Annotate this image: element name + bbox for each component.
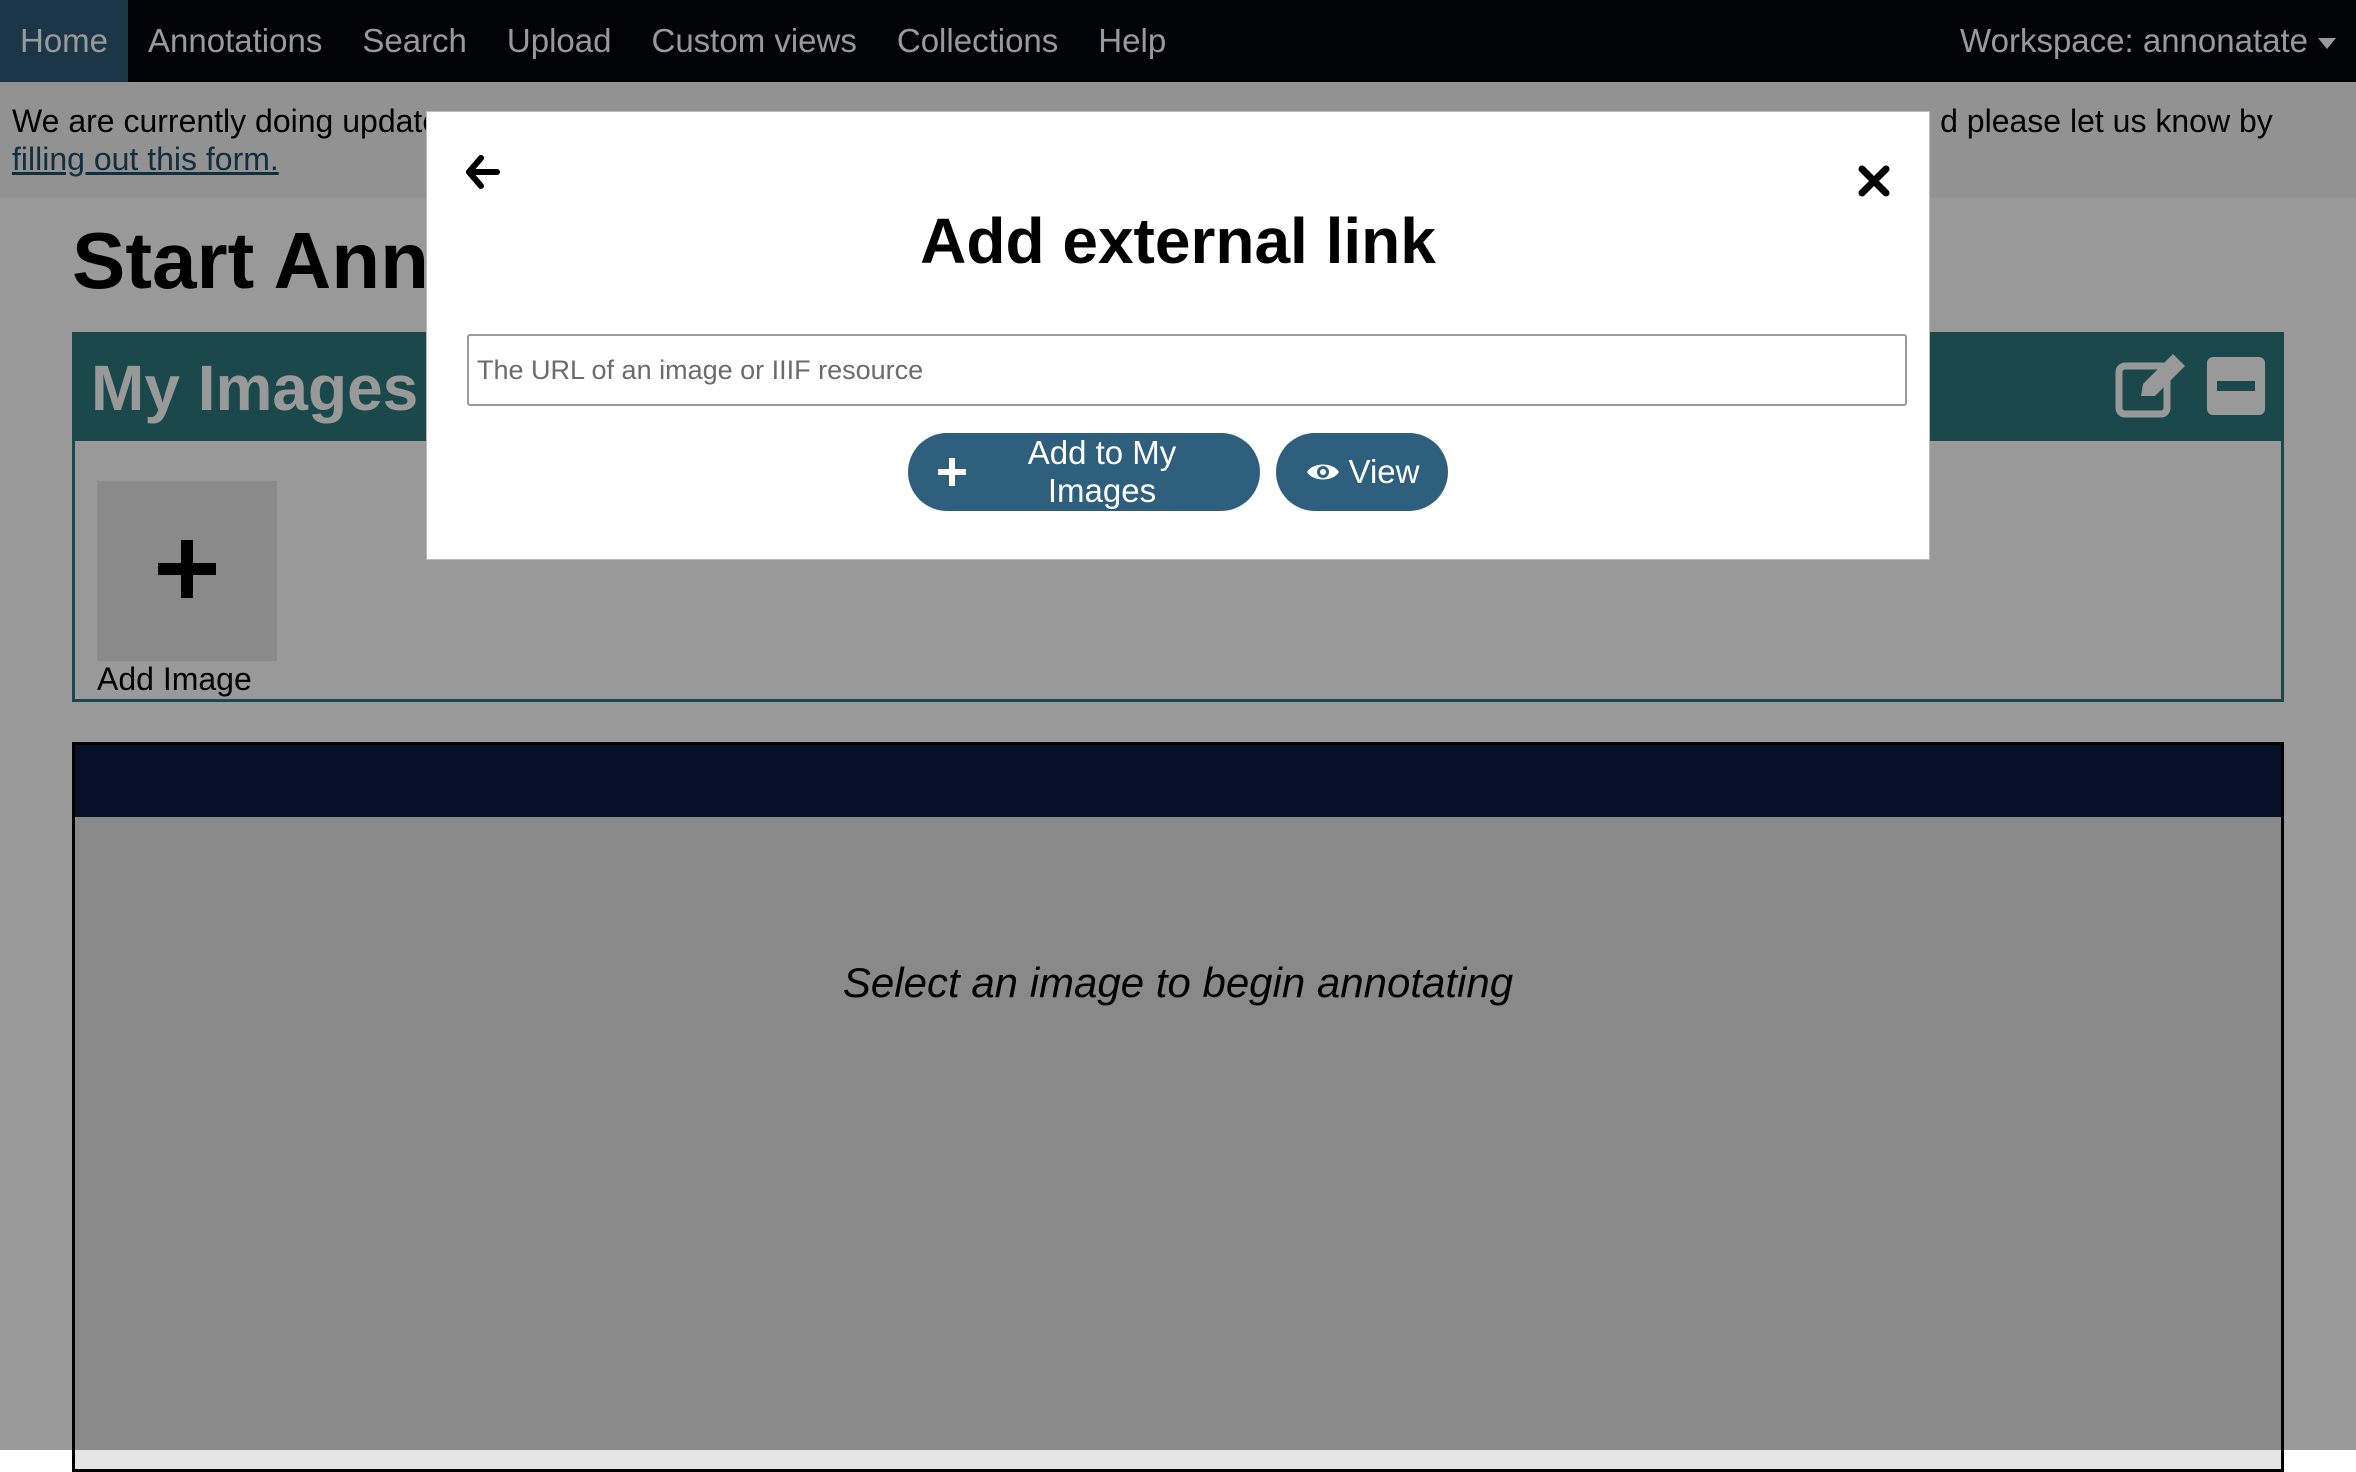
view-button[interactable]: View [1276, 433, 1448, 511]
plus-icon [938, 458, 966, 486]
close-icon[interactable] [1857, 164, 1891, 198]
arrow-left-icon[interactable] [463, 152, 503, 192]
add-to-my-images-button[interactable]: Add to My Images [908, 433, 1260, 511]
modal-button-row: Add to My Images View [427, 433, 1929, 511]
add-external-link-modal: Add external link Add to My Images View [426, 111, 1930, 560]
view-label: View [1348, 453, 1420, 490]
modal-title: Add external link [920, 205, 1436, 277]
url-input[interactable] [467, 334, 1907, 406]
add-to-my-images-label: Add to My Images [1027, 434, 1177, 509]
eye-icon [1305, 460, 1341, 484]
